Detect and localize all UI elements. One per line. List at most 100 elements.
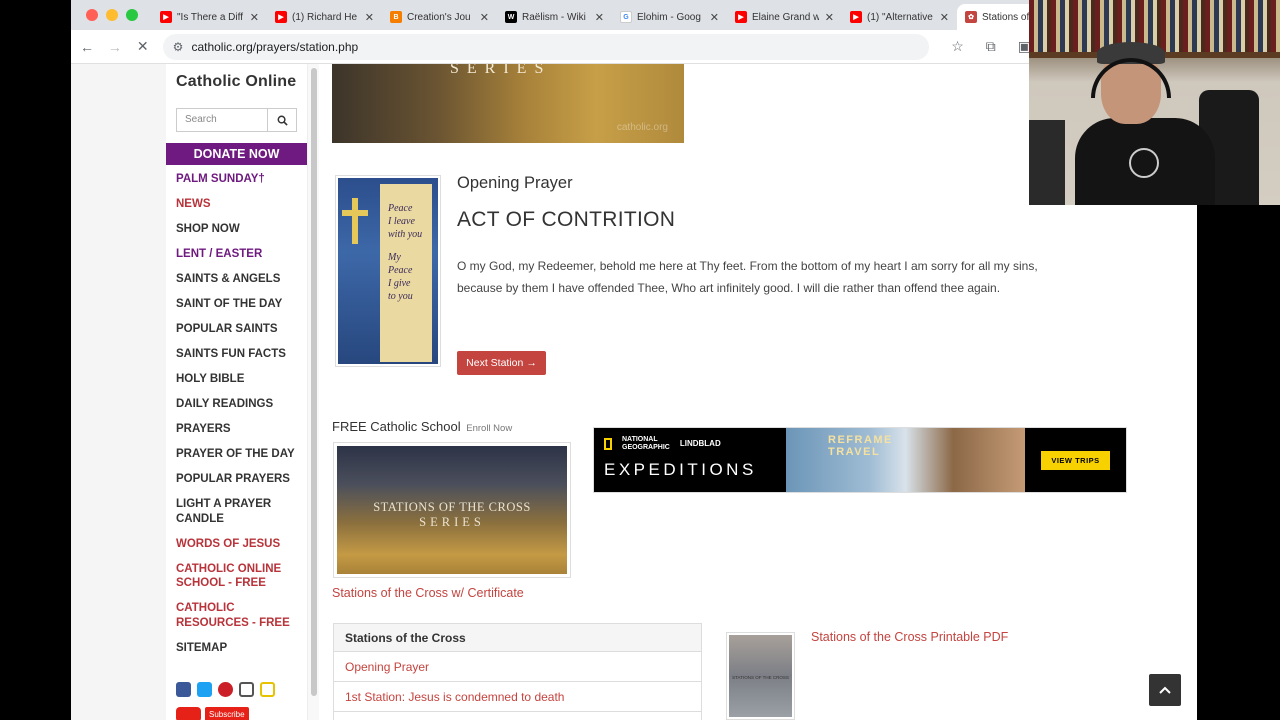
tab-title: (1) "Alternative: [867, 11, 933, 23]
school-heading: FREE Catholic School Enroll Now: [332, 419, 512, 434]
site-info-icon[interactable]: ⚙: [173, 40, 184, 54]
sidebar-nav-item[interactable]: PALM SUNDAY†: [176, 172, 304, 187]
search-input[interactable]: Search: [177, 109, 268, 131]
course-image[interactable]: STATIONS OF THE CROSS SERIES: [333, 442, 571, 578]
sidebar-nav-item[interactable]: NEWS: [176, 197, 304, 212]
section-title: Opening Prayer: [457, 174, 573, 192]
sidebar-nav-item[interactable]: POPULAR SAINTS: [176, 322, 304, 337]
course-image-subtitle: SERIES: [419, 515, 485, 529]
close-window-button[interactable]: [86, 9, 98, 21]
sidebar-nav-item[interactable]: WORDS OF JESUS: [176, 537, 304, 552]
sidebar-nav-item[interactable]: LENT / EASTER: [176, 247, 304, 262]
scrollbar-thumb[interactable]: [311, 68, 317, 696]
browser-tab[interactable]: ▶ (1) Richard He ✕: [267, 4, 382, 30]
sidebar-nav-item[interactable]: PRAYER OF THE DAY: [176, 447, 304, 462]
browser-tab[interactable]: B Creation's Jou ✕: [382, 4, 497, 30]
advertisement-banner[interactable]: NATIONAL GEOGRAPHIC LINDBLAD EXPEDITIONS…: [593, 427, 1127, 493]
stop-loading-button[interactable]: ✕: [131, 38, 155, 55]
browser-tab[interactable]: W Raëlism - Wiki ✕: [497, 4, 612, 30]
sidebar-nav-item[interactable]: CATHOLIC ONLINE SCHOOL - Free: [176, 562, 304, 591]
page-margin: [71, 64, 166, 720]
sidebar-search: Search: [176, 108, 297, 132]
search-button[interactable]: [268, 109, 296, 131]
close-tab-icon[interactable]: ✕: [710, 11, 719, 24]
sidebar-nav-item[interactable]: PRAYERS: [176, 422, 304, 437]
google-favicon-icon: G: [620, 11, 632, 23]
browser-tab[interactable]: ▶ Elaine Grand w ✕: [727, 4, 842, 30]
facebook-icon[interactable]: [176, 682, 191, 697]
prayer-image: Peace I leave with you My Peace I give to you: [335, 175, 441, 367]
browser-tab[interactable]: ▶ "Is There a Diff ✕: [152, 4, 267, 30]
pdf-link[interactable]: Stations of the Cross Printable PDF: [811, 630, 1008, 644]
sidebar-nav-item[interactable]: SAINTS & ANGELS: [176, 272, 304, 287]
site-logo[interactable]: Catholic Online: [176, 73, 296, 91]
donate-button[interactable]: DONATE NOW: [166, 143, 307, 165]
email-icon[interactable]: [260, 682, 275, 697]
tab-strip: ▶ "Is There a Diff ✕ ▶ (1) Richard He ✕ B Creat…: [152, 0, 1072, 30]
headset-icon: [1091, 58, 1171, 98]
youtube-subscribe[interactable]: Subscribe: [176, 707, 249, 720]
tab-title: (1) Richard He: [292, 11, 358, 23]
sidebar-nav: PALM SUNDAY† NEWS SHOP NOW LENT / EASTER SAI…: [176, 172, 304, 666]
close-tab-icon[interactable]: ✕: [250, 11, 259, 24]
back-button[interactable]: ←: [75, 39, 99, 55]
station-link[interactable]: Opening Prayer: [334, 652, 701, 682]
sidebar-nav-item[interactable]: DAILY READINGS: [176, 397, 304, 412]
instagram-icon[interactable]: [239, 682, 254, 697]
sidebar-nav-item[interactable]: POPULAR PRAYERS: [176, 472, 304, 487]
shirt-emblem: [1129, 148, 1159, 178]
minimize-window-button[interactable]: [106, 9, 118, 21]
twitter-icon[interactable]: [197, 682, 212, 697]
course-link[interactable]: Stations of the Cross w/ Certificate: [332, 586, 524, 600]
sidebar-nav-item[interactable]: SITEMAP: [176, 641, 304, 656]
next-station-button[interactable]: Next Station →: [457, 351, 546, 375]
sidebar-nav-item[interactable]: SAINTS FUN FACTS: [176, 347, 304, 362]
forward-button[interactable]: →: [103, 39, 127, 55]
ad-partner: LINDBLAD: [679, 439, 721, 448]
catholic-favicon-icon: ✿: [965, 11, 977, 23]
ad-cta-panel: VIEW TRIPS: [1025, 428, 1126, 492]
cross-icon: [352, 198, 358, 244]
pdf-thumbnail[interactable]: STATIONS OF THE CROSS: [726, 632, 795, 720]
pinterest-icon[interactable]: [218, 682, 233, 697]
close-tab-icon[interactable]: ✕: [365, 11, 374, 24]
view-trips-button[interactable]: VIEW TRIPS: [1041, 450, 1110, 470]
close-tab-icon[interactable]: ✕: [595, 11, 604, 24]
browser-tab[interactable]: G Elohim - Goog ✕: [612, 4, 727, 30]
close-tab-icon[interactable]: ✕: [940, 11, 949, 24]
browser-tab[interactable]: ▶ (1) "Alternative ✕: [842, 4, 957, 30]
yt-favicon-icon: ▶: [160, 11, 172, 23]
prayer-body: O my God, my Redeemer, behold me here at…: [457, 259, 1038, 295]
back-to-top-button[interactable]: [1149, 674, 1181, 706]
youtube-icon: [176, 707, 201, 720]
close-tab-icon[interactable]: ✕: [480, 11, 489, 24]
yt-favicon-icon: ▶: [850, 11, 862, 23]
stations-list-heading: Stations of the Cross: [334, 624, 701, 652]
chevron-up-icon: [1159, 686, 1171, 694]
browser-toolbar: ← → ✕ ⚙ catholic.org/prayers/station.php…: [71, 30, 1031, 64]
sidebar-nav-item[interactable]: SHOP NOW: [176, 222, 304, 237]
enroll-now-link[interactable]: Enroll Now: [466, 423, 512, 434]
screen-background: [1197, 205, 1280, 720]
sidebar-nav-item[interactable]: HOLY BIBLE: [176, 372, 304, 387]
zoom-window-button[interactable]: [126, 9, 138, 21]
yt-favicon-icon: ▶: [735, 11, 747, 23]
natgeo-logo-icon: [604, 438, 612, 450]
close-tab-icon[interactable]: ✕: [825, 11, 834, 24]
sidebar-nav-item[interactable]: SAINT OF THE DAY: [176, 297, 304, 312]
prayer-image-line: [380, 241, 432, 251]
station-link[interactable]: 1st Station: Jesus is condemned to death: [334, 682, 701, 712]
prayer-image-line: with you: [388, 229, 423, 240]
webcam-overlay: [1029, 0, 1280, 205]
address-bar[interactable]: ⚙ catholic.org/prayers/station.php: [162, 33, 930, 60]
ad-brand-line-1: NATIONAL: [622, 436, 658, 443]
yt-favicon-icon: ▶: [275, 11, 287, 23]
sidebar-scrollbar[interactable]: [307, 64, 319, 720]
sidebar-nav-item[interactable]: LIGHT A PRAYER CANDLE: [176, 497, 304, 526]
tab-title: Creation's Jou: [407, 11, 471, 23]
subscribe-button[interactable]: Subscribe: [205, 707, 249, 720]
extensions-icon[interactable]: ⧉: [986, 38, 996, 55]
bookmark-star-icon[interactable]: ☆: [951, 38, 964, 55]
school-heading-text: FREE Catholic School: [332, 419, 461, 434]
sidebar-nav-item[interactable]: CATHOLIC RESOURCES - Free: [176, 601, 304, 630]
